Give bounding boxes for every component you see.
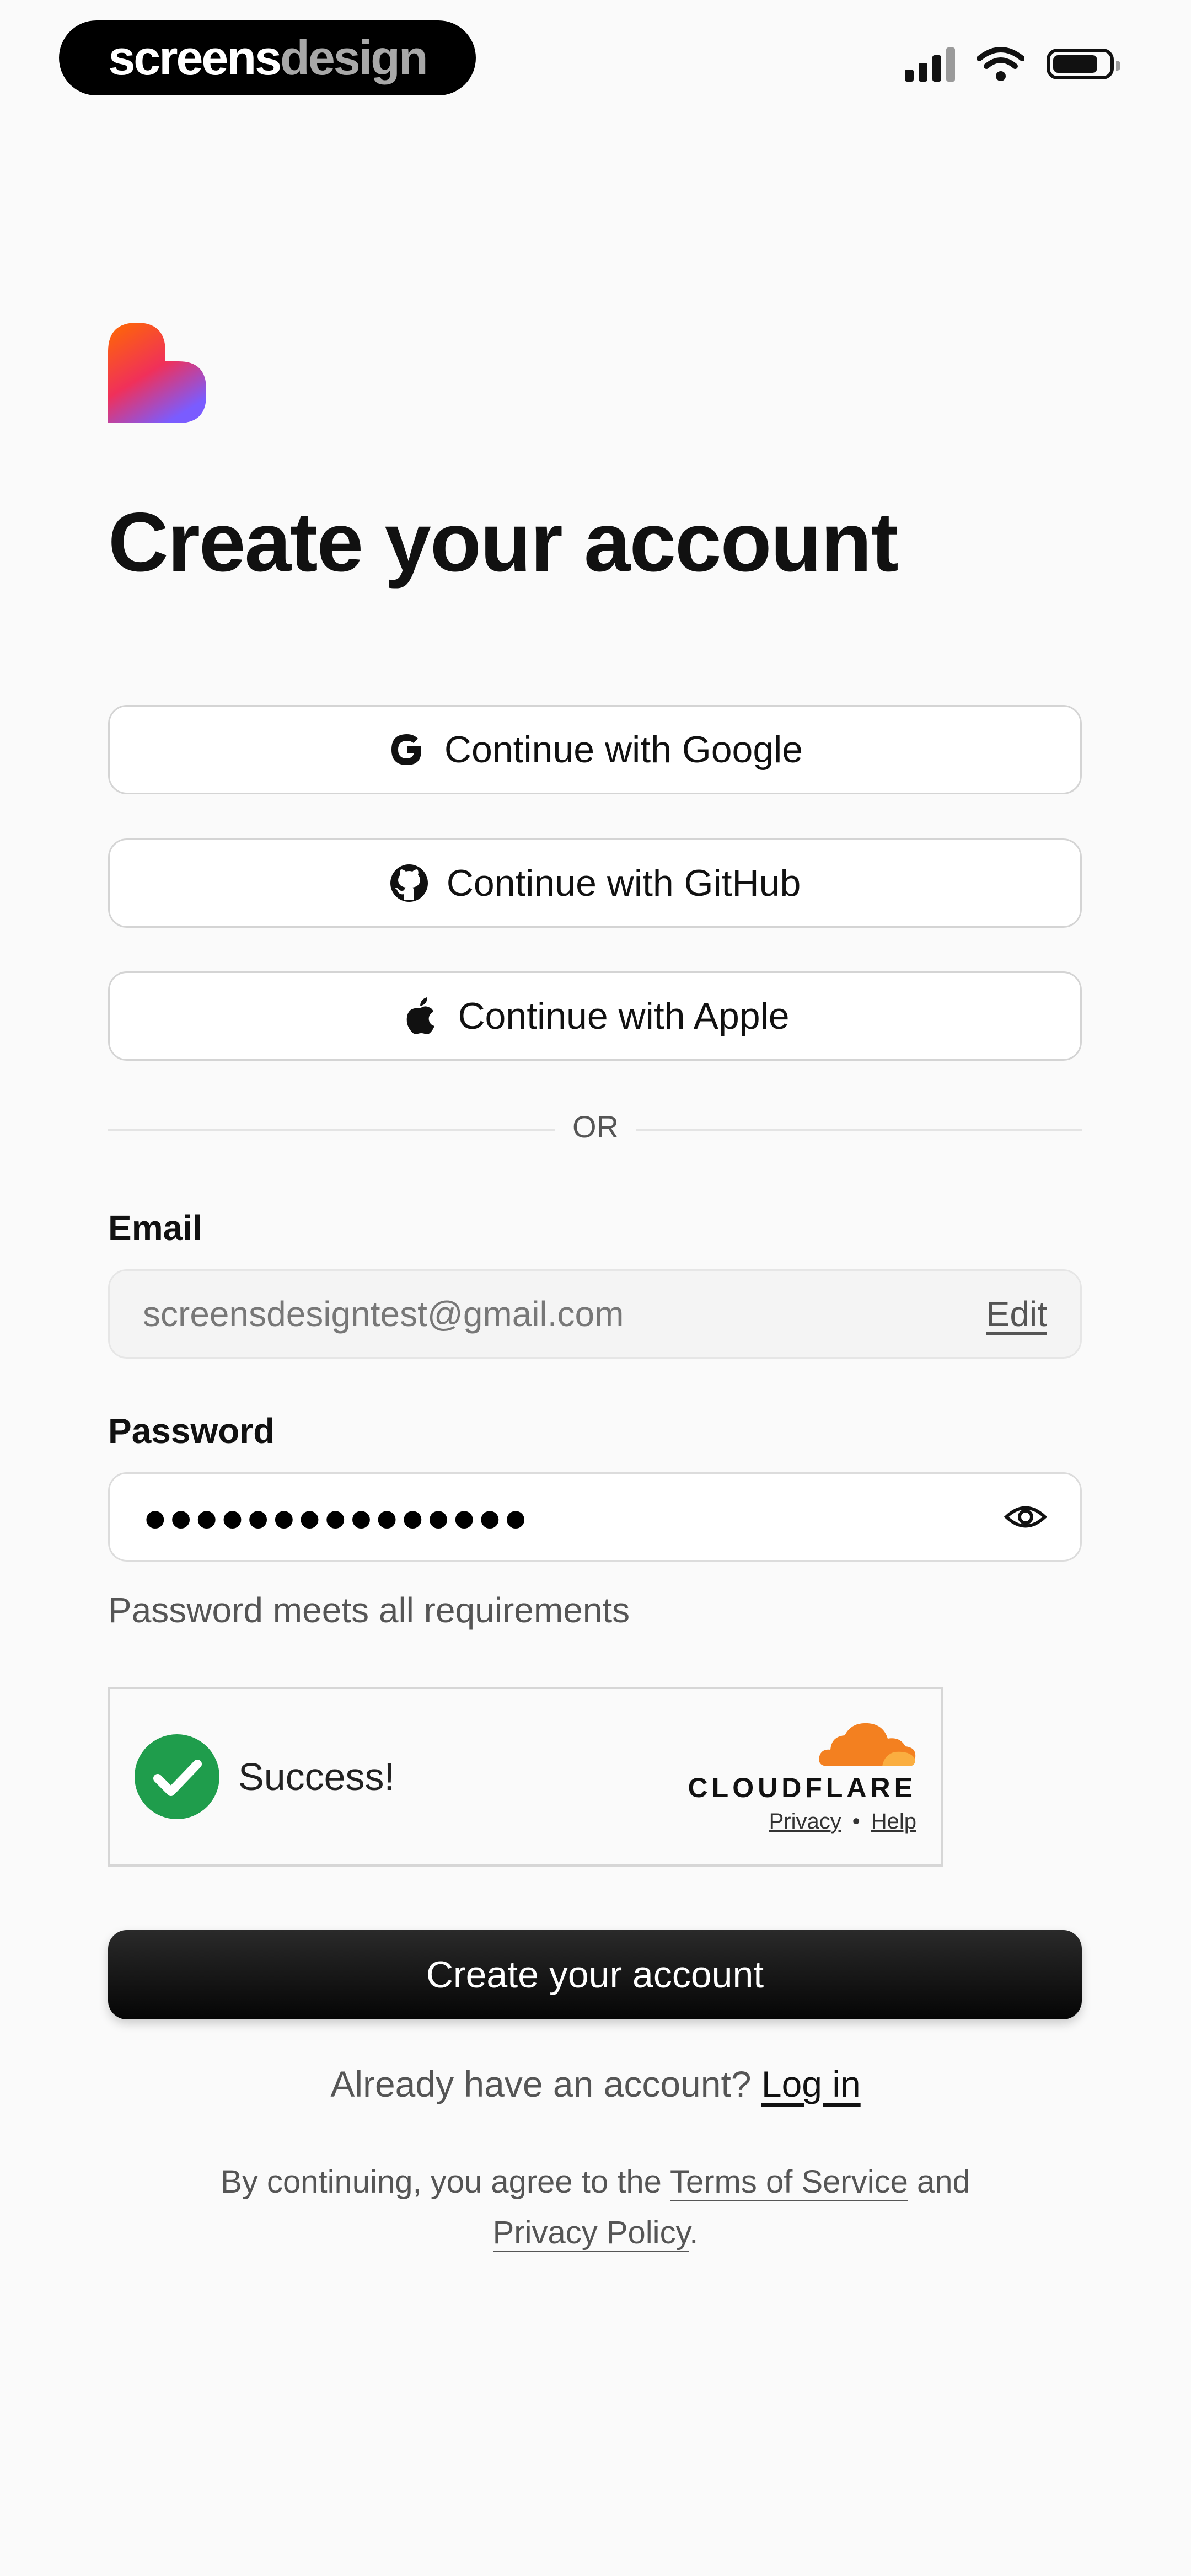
- brand-dim-text: design: [280, 30, 428, 85]
- screensdesign-badge: screens design: [59, 20, 476, 95]
- continue-apple-button[interactable]: Continue with Apple: [108, 971, 1082, 1061]
- success-check-icon: [135, 1734, 219, 1819]
- apple-button-label: Continue with Apple: [458, 995, 790, 1037]
- password-field[interactable]: ●●●●●●●●●●●●●●●: [108, 1472, 1082, 1562]
- wifi-icon: [977, 47, 1024, 81]
- apple-icon: [407, 997, 435, 1034]
- show-password-eye-icon[interactable]: [1004, 1495, 1047, 1538]
- captcha-status: Success!: [238, 1755, 395, 1798]
- cloudflare-captcha-widget[interactable]: Success! CLOUDFLARE Privacy • Help: [108, 1687, 943, 1867]
- login-prompt: Already have an account?: [330, 2064, 752, 2104]
- create-account-button[interactable]: Create your account: [108, 1930, 1082, 2019]
- password-value: ●●●●●●●●●●●●●●●: [143, 1494, 529, 1540]
- legal-text: By continuing, you agree to the Terms of…: [165, 2157, 1026, 2258]
- privacy-policy-link[interactable]: Privacy Policy: [492, 2215, 690, 2252]
- page-title: Create your account: [108, 495, 899, 589]
- status-icons: [905, 46, 1120, 82]
- google-icon: [391, 734, 421, 765]
- google-button-label: Continue with Google: [444, 729, 803, 771]
- or-divider-text: OR: [572, 1109, 619, 1144]
- cellular-signal-icon: [905, 46, 955, 82]
- continue-github-button[interactable]: Continue with GitHub: [108, 838, 1082, 928]
- edit-email-link[interactable]: Edit: [986, 1294, 1047, 1334]
- terms-of-service-link[interactable]: Terms of Service: [669, 2164, 908, 2201]
- login-prompt-row: Already have an account? Log in: [0, 2063, 1191, 2105]
- password-label: Password: [108, 1411, 275, 1451]
- cloudflare-cloud-icon: [819, 1723, 916, 1766]
- battery-icon: [1047, 49, 1120, 79]
- email-field[interactable]: screensdesigntest@gmail.com Edit: [108, 1269, 1082, 1359]
- github-icon: [390, 864, 428, 902]
- github-button-label: Continue with GitHub: [446, 862, 801, 904]
- legal-prefix: By continuing, you agree to the: [221, 2164, 662, 2200]
- email-label: Email: [108, 1208, 202, 1248]
- app-logo-icon: [108, 323, 206, 423]
- legal-suffix: .: [689, 2215, 699, 2251]
- continue-google-button[interactable]: Continue with Google: [108, 705, 1082, 794]
- cloudflare-wordmark: CLOUDFLARE: [688, 1772, 916, 1803]
- password-hint: Password meets all requirements: [108, 1590, 630, 1630]
- brand-bold-text: screens: [108, 30, 282, 85]
- legal-and: and: [916, 2164, 970, 2200]
- login-link[interactable]: Log in: [761, 2064, 861, 2104]
- captcha-privacy-link[interactable]: Privacy: [769, 1809, 841, 1834]
- captcha-help-link[interactable]: Help: [871, 1809, 916, 1834]
- captcha-link-separator: •: [852, 1809, 860, 1834]
- email-value: screensdesigntest@gmail.com: [143, 1294, 624, 1334]
